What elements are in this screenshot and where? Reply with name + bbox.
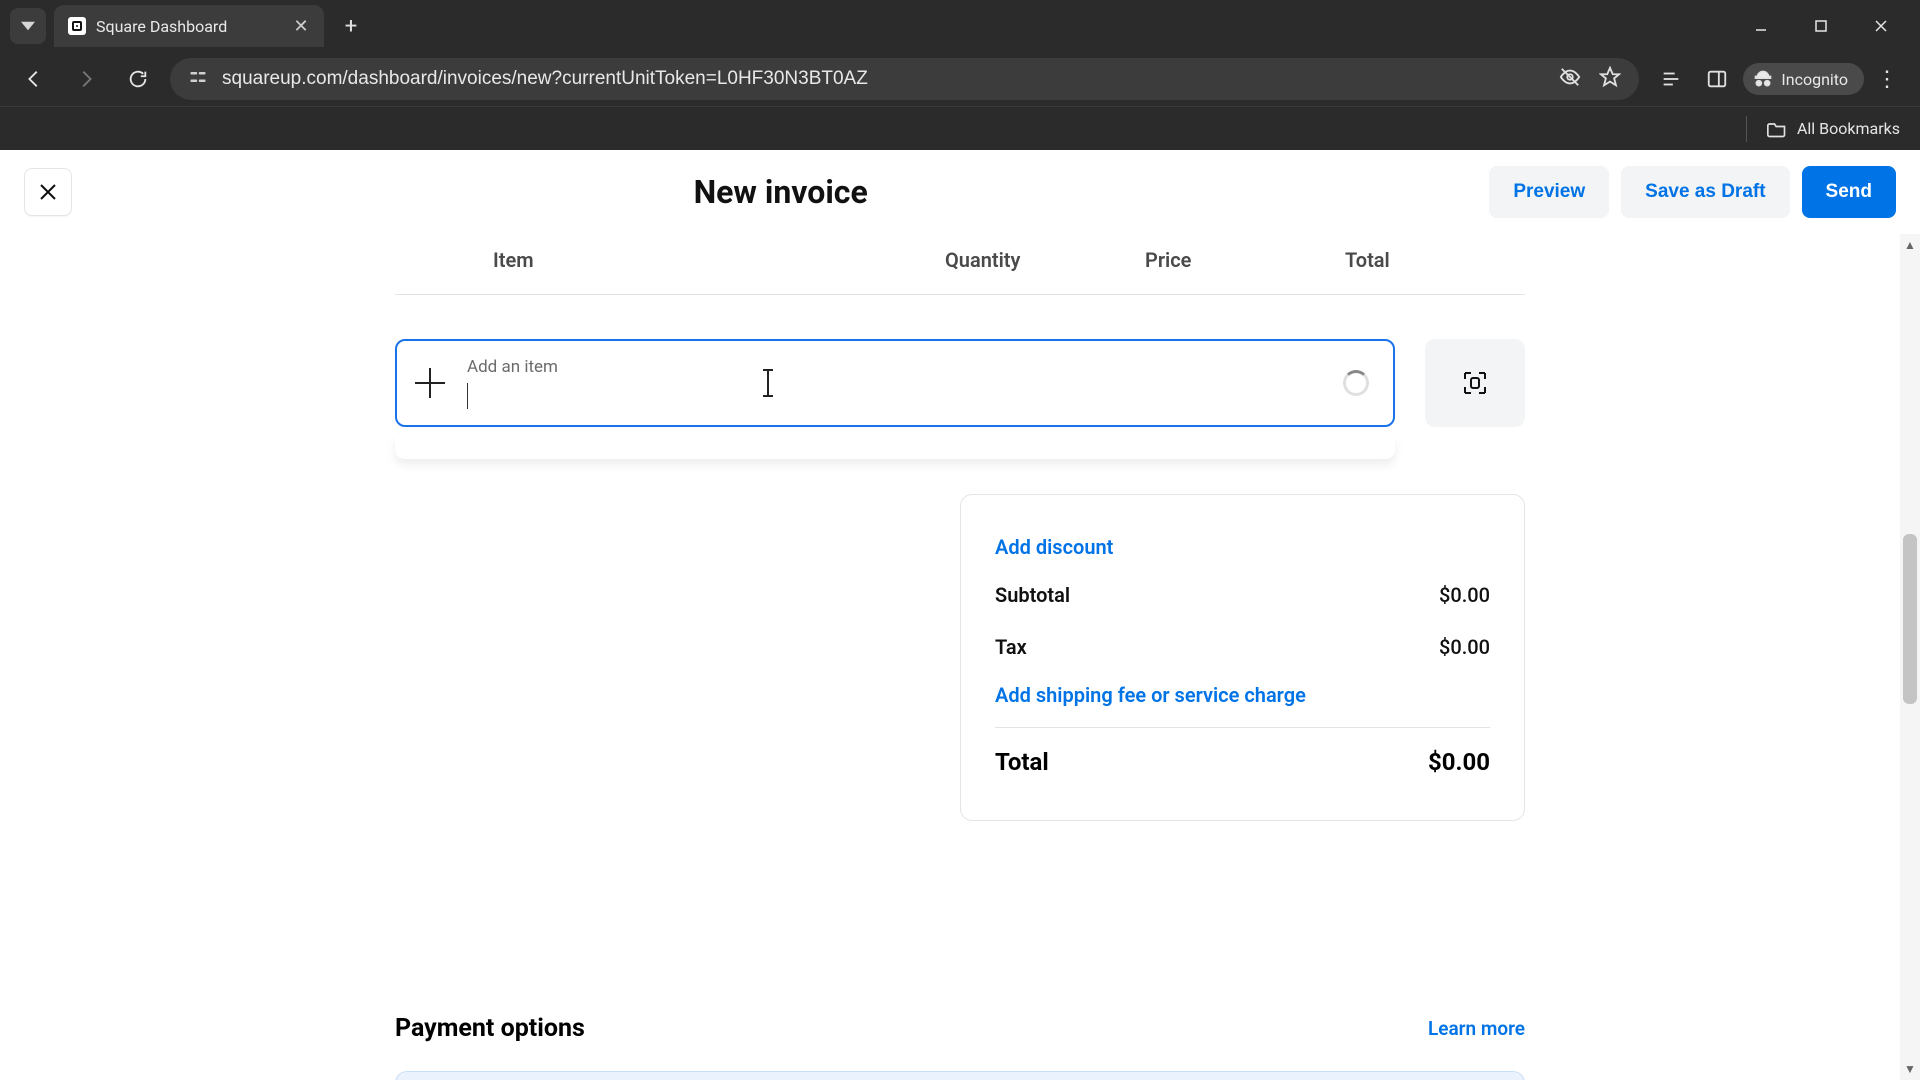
minimize-button[interactable] — [1732, 4, 1790, 48]
incognito-badge[interactable]: Incognito — [1743, 63, 1864, 95]
content: Item Quantity Price Total Add an item — [0, 234, 1920, 1080]
tax-label: Tax — [995, 635, 1027, 659]
maximize-button[interactable] — [1792, 4, 1850, 48]
scroll-down-icon[interactable]: ▼ — [1900, 1058, 1920, 1080]
scrollbar-thumb[interactable] — [1903, 534, 1917, 704]
payment-options-title: Payment options — [395, 1014, 585, 1043]
text-caret-icon — [767, 370, 769, 396]
plus-icon — [415, 368, 445, 398]
kebab-menu-icon[interactable]: ⋮ — [1870, 61, 1906, 97]
all-bookmarks-button[interactable]: All Bookmarks — [1767, 119, 1900, 138]
forward-button[interactable] — [66, 59, 106, 99]
gemini-icon[interactable] — [1651, 59, 1691, 99]
site-info-icon[interactable] — [188, 67, 208, 91]
payment-options-section: Payment options Learn more i Subscribe t… — [395, 1014, 1525, 1080]
browser-tab[interactable]: Square Dashboard ✕ — [54, 5, 324, 47]
folder-icon — [1767, 120, 1787, 138]
loading-spinner-icon — [1343, 370, 1369, 396]
barcode-icon — [1461, 369, 1489, 397]
tab-search-button[interactable] — [10, 8, 46, 44]
bookmark-star-icon[interactable] — [1599, 66, 1621, 92]
tax-value: $0.00 — [1439, 635, 1490, 659]
add-discount-link[interactable]: Add discount — [995, 525, 1490, 569]
summary-card: Add discount Subtotal $0.00 Tax $0.00 Ad… — [960, 494, 1525, 821]
close-window-button[interactable] — [1852, 4, 1910, 48]
subtotal-label: Subtotal — [995, 583, 1070, 607]
add-item-row: Add an item — [395, 339, 1525, 427]
incognito-icon — [1753, 69, 1773, 89]
incognito-label: Incognito — [1781, 70, 1848, 89]
browser-chrome: Square Dashboard ✕ + Incognito — [0, 0, 1920, 150]
url-input[interactable] — [222, 68, 1545, 90]
side-panel-icon[interactable] — [1697, 59, 1737, 99]
add-item-label: Add an item — [467, 357, 558, 377]
page: New invoice Preview Save as Draft Send I… — [0, 150, 1920, 1080]
col-price: Price — [1145, 248, 1345, 272]
close-button[interactable] — [24, 168, 72, 216]
page-title: New invoice — [72, 173, 1489, 211]
back-button[interactable] — [14, 59, 54, 99]
save-draft-button[interactable]: Save as Draft — [1621, 166, 1789, 218]
app-header: New invoice Preview Save as Draft Send — [0, 150, 1920, 234]
header-actions: Preview Save as Draft Send — [1489, 166, 1896, 218]
tab-title: Square Dashboard — [96, 17, 282, 36]
text-cursor — [467, 383, 468, 409]
square-favicon — [68, 17, 86, 35]
browser-toolbar: Incognito ⋮ — [0, 52, 1920, 106]
col-quantity: Quantity — [945, 248, 1145, 272]
eye-off-icon[interactable] — [1559, 66, 1581, 92]
reload-button[interactable] — [118, 59, 158, 99]
add-shipping-link[interactable]: Add shipping fee or service charge — [995, 673, 1490, 717]
subtotal-value: $0.00 — [1439, 583, 1490, 607]
window-controls — [1732, 4, 1910, 48]
line-item-headers: Item Quantity Price Total — [395, 234, 1525, 295]
close-tab-icon[interactable]: ✕ — [292, 17, 310, 35]
preview-button[interactable]: Preview — [1489, 166, 1609, 218]
barcode-scan-button[interactable] — [1425, 339, 1525, 427]
new-tab-button[interactable]: + — [334, 9, 368, 43]
total-value: $0.00 — [1428, 748, 1490, 776]
scroll-up-icon[interactable]: ▲ — [1900, 234, 1920, 256]
bookmark-bar: All Bookmarks — [0, 106, 1920, 150]
all-bookmarks-label: All Bookmarks — [1797, 119, 1900, 138]
vertical-scrollbar[interactable]: ▲ ▼ — [1900, 234, 1920, 1080]
send-button[interactable]: Send — [1802, 166, 1896, 218]
col-item: Item — [395, 248, 945, 272]
close-icon — [38, 182, 58, 202]
learn-more-link[interactable]: Learn more — [1428, 1017, 1525, 1040]
invoices-plus-banner: i Subscribe to Invoices Plus to unlock l… — [395, 1071, 1525, 1080]
col-total: Total — [1345, 248, 1525, 272]
add-item-input[interactable]: Add an item — [395, 339, 1395, 427]
total-label: Total — [995, 748, 1049, 776]
item-dropdown-hint — [395, 435, 1395, 459]
address-bar[interactable] — [170, 58, 1639, 100]
tab-strip: Square Dashboard ✕ + — [0, 0, 1920, 52]
